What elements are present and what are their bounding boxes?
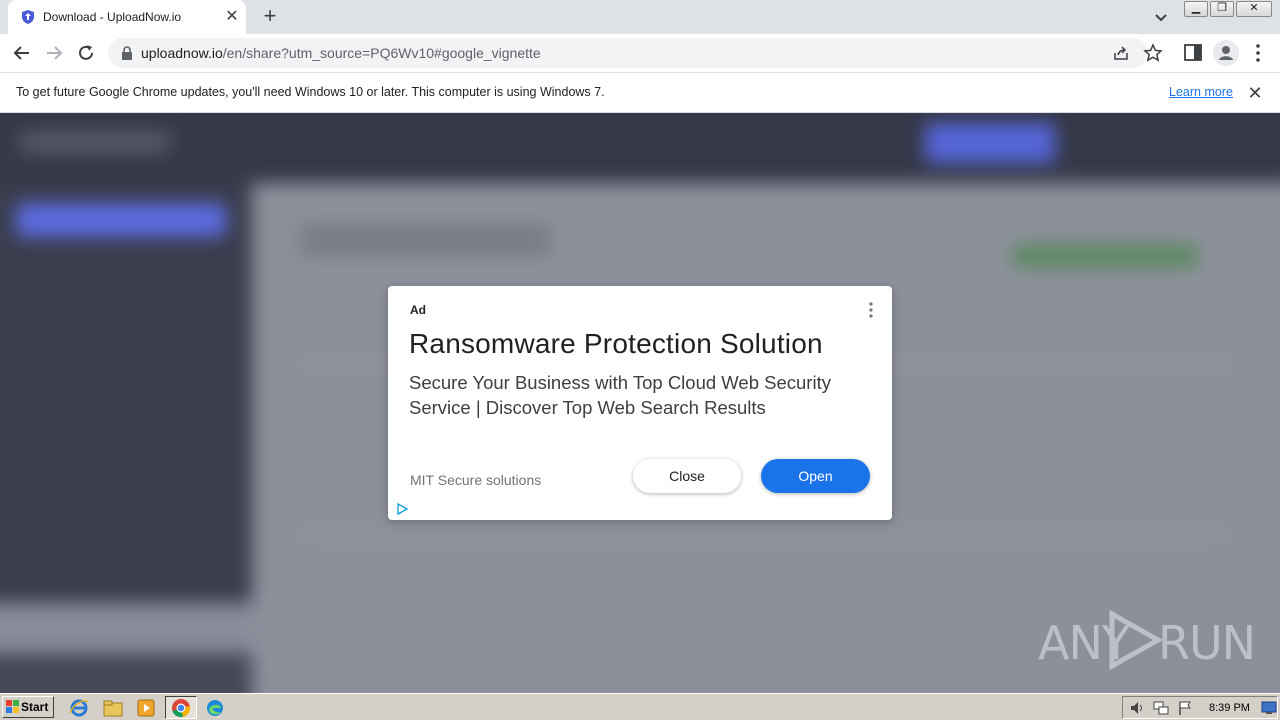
address-bar[interactable]: uploadnow.io/en/share?utm_source=PQ6Wv10… <box>108 38 1163 68</box>
network-icon[interactable] <box>1153 700 1169 716</box>
url-path: /en/share?utm_source=PQ6Wv10#google_vign… <box>222 45 541 61</box>
profile-avatar-icon[interactable] <box>1213 40 1239 66</box>
tab-strip: Download - UploadNow.io ✕ + ▁ ❐ ✕ <box>0 0 1280 34</box>
minimize-window-button[interactable]: ▁ <box>1184 1 1208 17</box>
chrome-icon <box>172 699 191 718</box>
infobar-message: To get future Google Chrome updates, you… <box>16 85 605 99</box>
restore-window-button[interactable]: ❐ <box>1210 1 1234 17</box>
start-button[interactable]: Start <box>2 696 54 718</box>
taskbar-clock[interactable]: 8:39 PM <box>1209 702 1250 714</box>
tab-search-chevron-icon[interactable] <box>1150 6 1172 28</box>
learn-more-link[interactable]: Learn more <box>1169 85 1233 99</box>
watermark-text-run: RUN <box>1158 616 1256 670</box>
edge-icon[interactable] <box>204 697 226 719</box>
update-infobar: To get future Google Chrome updates, you… <box>0 72 1280 113</box>
start-label: Start <box>21 700 49 714</box>
adchoices-icon[interactable] <box>396 503 408 515</box>
infobar-close-icon[interactable]: ✕ <box>1245 83 1265 103</box>
active-tab[interactable]: Download - UploadNow.io ✕ <box>8 0 246 34</box>
ad-label: Ad <box>410 303 426 317</box>
windows-logo-icon <box>6 700 19 713</box>
side-panel-icon[interactable] <box>1183 43 1205 63</box>
uploadnow-favicon-icon <box>22 10 34 24</box>
ad-vignette-dialog: Ad Ransomware Protection Solution Secure… <box>388 286 892 520</box>
ad-open-button[interactable]: Open <box>761 459 870 493</box>
show-desktop-icon[interactable] <box>1261 700 1277 716</box>
kebab-menu-icon[interactable] <box>1248 42 1268 64</box>
bookmark-star-icon[interactable] <box>1143 43 1163 63</box>
lock-icon[interactable] <box>120 45 134 61</box>
ad-headline[interactable]: Ransomware Protection Solution <box>409 328 823 360</box>
forward-arrow-icon[interactable] <box>41 40 67 66</box>
volume-icon[interactable] <box>1129 700 1145 716</box>
back-arrow-icon[interactable] <box>9 40 35 66</box>
windows-taskbar: Start 8:39 PM <box>0 693 1280 720</box>
file-explorer-icon[interactable] <box>102 697 124 719</box>
ad-advertiser-name[interactable]: MIT Secure solutions <box>410 472 541 488</box>
url-host: uploadnow.io <box>141 45 223 61</box>
internet-explorer-icon[interactable] <box>68 697 90 719</box>
anyrun-watermark: ANY RUN <box>1038 608 1256 672</box>
browser-toolbar: uploadnow.io/en/share?utm_source=PQ6Wv10… <box>0 34 1280 72</box>
tab-title: Download - UploadNow.io <box>43 10 182 24</box>
watermark-play-icon <box>1109 610 1164 670</box>
tab-close-icon[interactable]: ✕ <box>222 7 242 27</box>
ad-close-button[interactable]: Close <box>633 459 741 493</box>
new-tab-button[interactable]: + <box>258 5 282 28</box>
url-text: uploadnow.io/en/share?utm_source=PQ6Wv10… <box>141 45 541 61</box>
ad-description: Secure Your Business with Top Cloud Web … <box>409 372 831 418</box>
person-icon <box>1219 46 1233 60</box>
chrome-taskbar-button[interactable] <box>165 696 197 719</box>
media-player-icon[interactable] <box>135 697 157 719</box>
action-center-flag-icon[interactable] <box>1177 700 1193 716</box>
system-tray: 8:39 PM <box>1122 696 1278 719</box>
reload-icon[interactable] <box>73 40 99 66</box>
share-icon[interactable] <box>1112 44 1130 62</box>
ad-options-menu-icon[interactable] <box>864 300 878 320</box>
close-window-button[interactable]: ✕ <box>1236 1 1272 17</box>
